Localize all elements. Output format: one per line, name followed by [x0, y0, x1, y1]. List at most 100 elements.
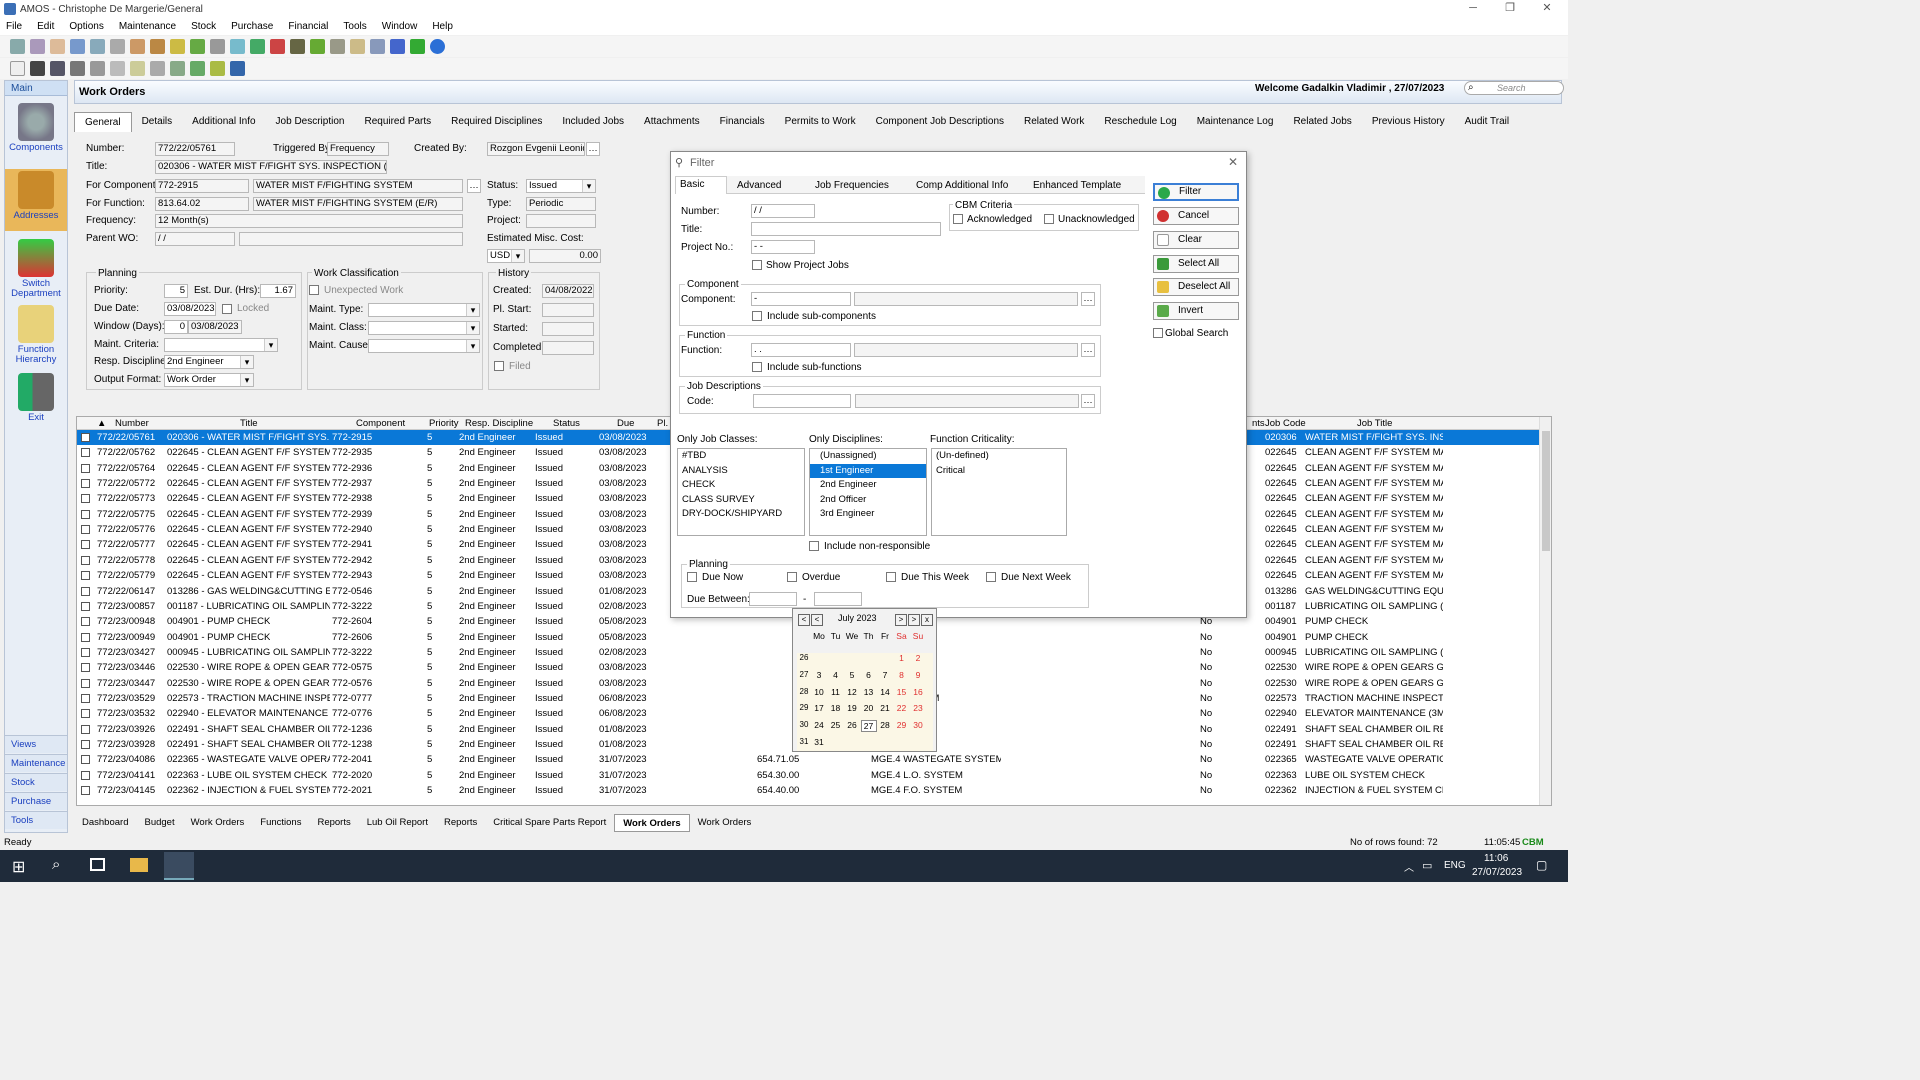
nav-purchase[interactable]: Purchase [5, 792, 67, 810]
calendar-day[interactable]: 18 [828, 703, 844, 713]
maint-class-select[interactable] [368, 321, 480, 335]
bottom-tab-budget[interactable]: Budget [136, 814, 182, 832]
component-browse-button[interactable]: … [467, 179, 481, 193]
table-row[interactable]: 772/23/04141 022363 - LUBE OIL SYSTEM CHE… [77, 768, 1551, 783]
disciplines-list[interactable]: (Unassigned) 1st Engineer 2nd Engineer 2… [809, 448, 927, 536]
filter-title-field[interactable] [751, 222, 941, 236]
paste-icon[interactable] [130, 61, 145, 76]
calendar-day[interactable]: 3 [811, 670, 827, 680]
calendar-day[interactable]: 1 [894, 653, 910, 663]
tab-financials[interactable]: Financials [710, 112, 775, 132]
bottom-tab-reports-2[interactable]: Reports [436, 814, 485, 832]
row-checkbox[interactable] [81, 479, 90, 489]
tab-attachments[interactable]: Attachments [634, 112, 710, 132]
calendar-day[interactable]: 23 [910, 703, 926, 713]
close-icon[interactable]: ✕ [1228, 155, 1238, 169]
include-sub-components-checkbox[interactable] [752, 311, 762, 321]
col-due[interactable]: Due [617, 418, 634, 429]
col-status[interactable]: Status [553, 418, 580, 429]
windows-start-icon[interactable]: ⊞ [12, 857, 25, 877]
menu-window[interactable]: Window [382, 21, 418, 32]
filter-function-field[interactable]: . . [751, 343, 851, 357]
filter-number-field[interactable]: / / [751, 204, 815, 218]
filter-tab-comp-additional-info[interactable]: Comp Additional Info [916, 180, 1008, 191]
calendar-day[interactable]: 15 [894, 687, 910, 697]
calendar-day[interactable]: 4 [828, 670, 844, 680]
row-checkbox[interactable] [81, 632, 90, 642]
table-row[interactable]: 772/23/04086 022365 - WASTEGATE VALVE OPE… [77, 752, 1551, 768]
toolbar-icon[interactable] [210, 39, 225, 54]
row-checkbox[interactable] [81, 555, 90, 565]
calendar-day[interactable]: 14 [877, 687, 893, 697]
tab-required-disciplines[interactable]: Required Disciplines [441, 112, 552, 132]
language-indicator[interactable]: ENG [1444, 860, 1466, 871]
tab-component-job-descriptions[interactable]: Component Job Descriptions [866, 112, 1014, 132]
nav-function-hierarchy[interactable]: Function Hierarchy [5, 305, 67, 365]
col-resp-discipline[interactable]: Resp. Discipline [465, 418, 533, 429]
col-number[interactable]: Number [115, 418, 149, 429]
filter-project-field[interactable]: - - [751, 240, 815, 254]
row-checkbox[interactable] [81, 740, 90, 749]
calendar-day[interactable]: 20 [861, 703, 877, 713]
prev-month-button[interactable]: < [811, 614, 823, 626]
filter-tab-job-frequencies[interactable]: Job Frequencies [815, 180, 889, 191]
bottom-tab-work-orders-3[interactable]: Work Orders [690, 814, 760, 832]
include-non-responsible-checkbox[interactable] [809, 541, 819, 551]
acknowledged-checkbox[interactable] [953, 214, 963, 224]
toolbar-icon[interactable] [50, 61, 65, 76]
window-date-field[interactable]: 03/08/2023 [188, 320, 242, 334]
bottom-tab-functions[interactable]: Functions [252, 814, 309, 832]
nav-switch-department[interactable]: Switch Department [5, 239, 67, 299]
calendar-day[interactable]: 22 [894, 703, 910, 713]
list-item[interactable]: (Unassigned) [810, 449, 926, 464]
col-component[interactable]: Component [356, 418, 405, 429]
global-search-checkbox[interactable] [1153, 328, 1163, 338]
calendar-day[interactable]: 2 [910, 653, 926, 663]
window-days-field[interactable]: 0 [164, 320, 188, 334]
toolbar-icon[interactable] [210, 61, 225, 76]
bottom-tab-work-orders-active[interactable]: Work Orders [614, 814, 690, 832]
nav-components[interactable]: Components [5, 103, 67, 153]
row-checkbox[interactable] [81, 724, 90, 734]
calendar-day[interactable]: 10 [811, 687, 827, 697]
due-now-checkbox[interactable] [687, 572, 697, 582]
calendar-day[interactable]: 24 [811, 720, 827, 730]
nav-stock[interactable]: Stock [5, 773, 67, 791]
calendar-day[interactable]: 7 [877, 670, 893, 680]
parent-wo-field[interactable]: / / [155, 232, 235, 246]
help-icon[interactable] [430, 39, 445, 54]
cost-field[interactable]: 0.00 [529, 249, 601, 263]
toolbar-icon[interactable] [390, 39, 405, 54]
row-checkbox[interactable] [81, 571, 90, 581]
menu-maintenance[interactable]: Maintenance [119, 21, 176, 32]
function-code-field[interactable]: 813.64.02 [155, 197, 249, 211]
list-item[interactable]: ANALYSIS [678, 464, 804, 479]
deselect-all-button[interactable]: Deselect All [1153, 278, 1239, 296]
row-checkbox[interactable] [81, 647, 90, 657]
filter-code-browse-button[interactable]: … [1081, 394, 1095, 408]
pl-start-field[interactable] [542, 303, 594, 317]
list-item[interactable]: 2nd Officer [810, 493, 926, 508]
toolbar-icon[interactable] [190, 61, 205, 76]
parent-wo-name-field[interactable] [239, 232, 463, 246]
status-select[interactable]: Issued [526, 179, 596, 193]
toolbar-icon[interactable] [110, 39, 125, 54]
row-checkbox[interactable] [81, 770, 90, 780]
toolbar-icon[interactable] [90, 39, 105, 54]
filter-function-name-field[interactable] [854, 343, 1078, 357]
maint-criteria-select[interactable] [164, 338, 278, 352]
overdue-checkbox[interactable] [787, 572, 797, 582]
tab-permits[interactable]: Permits to Work [775, 112, 866, 132]
toolbar-icon[interactable] [310, 39, 325, 54]
toolbar-icon[interactable] [50, 39, 65, 54]
priority-field[interactable]: 5 [164, 284, 188, 298]
calendar-day[interactable]: 31 [811, 737, 827, 747]
project-field[interactable] [526, 214, 596, 228]
toolbar-icon[interactable] [270, 39, 285, 54]
row-checkbox[interactable] [81, 494, 90, 504]
search-input[interactable]: Search [1464, 81, 1564, 95]
due-date-field[interactable]: 03/08/2023 [164, 302, 216, 316]
filter-code-name-field[interactable] [855, 394, 1079, 408]
locked-checkbox[interactable] [222, 304, 232, 314]
function-name-field[interactable]: WATER MIST F/FIGHTING SYSTEM (E/R) [253, 197, 463, 211]
